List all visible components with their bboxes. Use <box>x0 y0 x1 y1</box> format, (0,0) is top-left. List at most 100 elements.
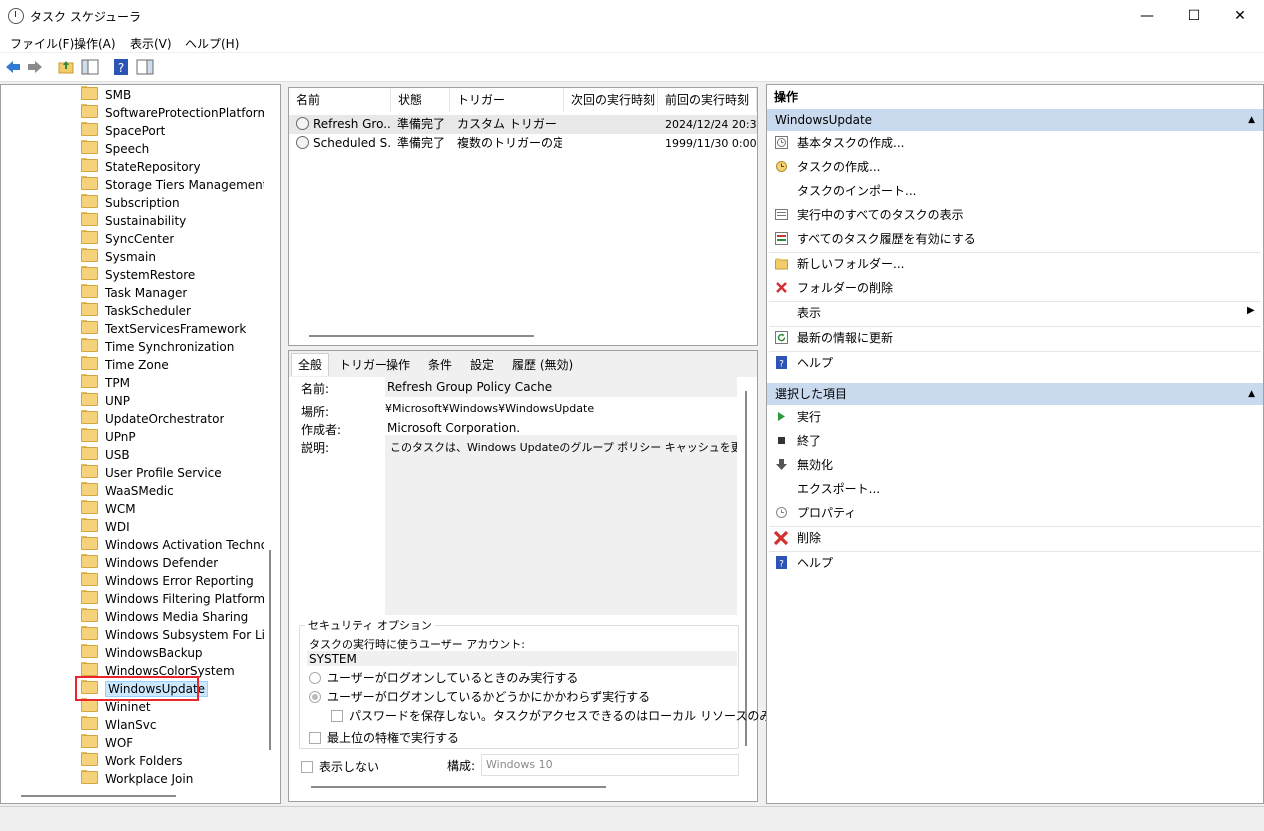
detail-horizontal-scrollbar[interactable] <box>311 786 606 788</box>
collapse-arrow-icon[interactable]: ▲ <box>1248 109 1255 131</box>
hidden-checkbox[interactable]: 表示しない <box>301 758 379 775</box>
close-button[interactable]: ✕ <box>1217 0 1263 32</box>
tree-folder-item[interactable]: Task Manager <box>81 284 187 302</box>
tree-folder-item[interactable]: Storage Tiers Management <box>81 176 264 194</box>
action-export[interactable]: エクスポート... <box>767 479 1263 499</box>
tree-folder-label: Wininet <box>105 700 151 714</box>
tree-folder-item[interactable]: User Profile Service <box>81 464 222 482</box>
column-next-run[interactable]: 次回の実行時刻 <box>564 88 658 112</box>
tree-folder-label: Time Zone <box>105 358 169 372</box>
tree-folder-item[interactable]: Windows Filtering Platform <box>81 590 264 608</box>
tree-folder-item[interactable]: WDI <box>81 518 130 536</box>
table-row[interactable]: Refresh Gro... 準備完了 カスタム トリガー 2024/12/24… <box>289 115 757 134</box>
tab-history[interactable]: 履歴 (無効) <box>512 356 573 374</box>
tree-folder-item[interactable]: UNP <box>81 392 130 410</box>
tree-folder-item[interactable]: Windows Error Reporting <box>81 572 254 590</box>
task-list-pane[interactable]: 名前 状態 トリガー 次回の実行時刻 前回の実行時刻 Refresh Gro..… <box>288 87 758 346</box>
collapse-arrow-icon[interactable]: ▲ <box>1248 383 1255 405</box>
action-create-basic-task[interactable]: 基本タスクの作成... <box>767 133 1263 153</box>
show-hide-action-pane-icon[interactable] <box>136 58 154 76</box>
action-properties[interactable]: プロパティ <box>767 503 1263 523</box>
tree-folder-item[interactable]: WindowsBackup <box>81 644 203 662</box>
tree-folder-item[interactable]: TextServicesFramework <box>81 320 246 338</box>
column-status[interactable]: 状態 <box>391 88 450 112</box>
tree-folder-item[interactable]: Windows Media Sharing <box>81 608 248 626</box>
tree-folder-item[interactable]: WCM <box>81 500 136 518</box>
tree-folder-item[interactable]: Speech <box>81 140 149 158</box>
tree-folder-item[interactable]: Sysmain <box>81 248 156 266</box>
run-whether-logged-on-radio[interactable]: ユーザーがログオンしているかどうかにかかわらず実行する <box>309 688 650 705</box>
column-last-run[interactable]: 前回の実行時刻 <box>658 88 757 112</box>
tree-folder-item[interactable]: TaskScheduler <box>81 302 191 320</box>
action-help[interactable]: ? ヘルプ <box>767 353 1263 373</box>
tree-vertical-scrollbar[interactable] <box>269 550 271 750</box>
action-end[interactable]: 終了 <box>767 431 1263 451</box>
action-run[interactable]: 実行 <box>767 407 1263 427</box>
run-highest-privileges-checkbox[interactable]: 最上位の特権で実行する <box>309 729 459 746</box>
tree-folder-item[interactable]: TPM <box>81 374 130 392</box>
tab-triggers[interactable]: トリガー <box>339 356 387 374</box>
action-enable-all-history[interactable]: すべてのタスク履歴を有効にする <box>767 229 1263 249</box>
tree-folder-item[interactable]: Subscription <box>81 194 180 212</box>
minimize-button[interactable]: — <box>1124 0 1170 32</box>
table-row[interactable]: Scheduled S... 準備完了 複数のトリガーの定義 1999/11/3… <box>289 134 757 153</box>
section-selected-item[interactable]: 選択した項目 ▲ <box>767 383 1263 405</box>
action-create-task[interactable]: タスクの作成... <box>767 157 1263 177</box>
forward-arrow-icon[interactable] <box>26 58 44 76</box>
tree-folder-item[interactable]: Windows Defender <box>81 554 218 572</box>
tree-folder-item[interactable]: WlanSvc <box>81 716 156 734</box>
tab-settings[interactable]: 設定 <box>470 356 494 374</box>
action-display-running-tasks[interactable]: 実行中のすべてのタスクの表示 <box>767 205 1263 225</box>
action-delete[interactable]: 削除 <box>767 528 1263 548</box>
tab-actions[interactable]: 操作 <box>386 356 410 374</box>
up-folder-icon[interactable] <box>57 58 75 76</box>
action-view[interactable]: 表示 ▶ <box>767 303 1263 323</box>
tree-folder-item[interactable]: SoftwareProtectionPlatform <box>81 104 264 122</box>
action-new-folder[interactable]: 新しいフォルダー... <box>767 254 1263 274</box>
action-delete-folder[interactable]: フォルダーの削除 <box>767 278 1263 298</box>
column-name[interactable]: 名前 <box>289 88 391 112</box>
help-icon[interactable]: ? <box>112 58 130 76</box>
tree-folder-item[interactable]: Work Folders <box>81 752 183 770</box>
tree-folder-item[interactable]: StateRepository <box>81 158 201 176</box>
tree-folder-item[interactable]: Time Synchronization <box>81 338 234 356</box>
detail-vertical-scrollbar[interactable] <box>745 391 747 746</box>
name-field[interactable]: Refresh Group Policy Cache <box>385 377 737 397</box>
tree-folder-item[interactable]: WOF <box>81 734 133 752</box>
action-import-task[interactable]: タスクのインポート... <box>767 181 1263 201</box>
tree-folder-item[interactable]: WaaSMedic <box>81 482 174 500</box>
tree-folder-item[interactable]: Windows Subsystem For Linux <box>81 626 264 644</box>
action-help-selected[interactable]: ? ヘルプ <box>767 553 1263 573</box>
tree-folder-item[interactable]: Windows Activation Technologies <box>81 536 264 554</box>
tree-folder-item[interactable]: UpdateOrchestrator <box>81 410 224 428</box>
show-hide-tree-icon[interactable] <box>81 58 99 76</box>
tree-folder-item[interactable]: SystemRestore <box>81 266 195 284</box>
menu-help[interactable]: ヘルプ(H) <box>185 35 239 52</box>
action-disable[interactable]: 無効化 <box>767 455 1263 475</box>
menu-file[interactable]: ファイル(F) <box>10 35 74 52</box>
tree-folder-item[interactable]: SpacePort <box>81 122 165 140</box>
run-only-logged-on-radio[interactable]: ユーザーがログオンしているときのみ実行する <box>309 669 578 686</box>
menu-action[interactable]: 操作(A) <box>74 35 116 52</box>
tree-folder-item[interactable]: SMB <box>81 86 131 104</box>
description-field[interactable]: このタスクは、Windows Updateのグループ ポリシー キャッシュを更新… <box>385 435 737 615</box>
action-refresh[interactable]: 最新の情報に更新 <box>767 328 1263 348</box>
do-not-store-password-checkbox[interactable]: パスワードを保存しない。タスクがアクセスできるのはローカル リソースのみ <box>331 707 771 724</box>
tree-folder-item[interactable]: UPnP <box>81 428 136 446</box>
tree-folder-item[interactable]: Sustainability <box>81 212 186 230</box>
column-trigger[interactable]: トリガー <box>450 88 564 112</box>
tab-conditions[interactable]: 条件 <box>428 356 452 374</box>
menu-view[interactable]: 表示(V) <box>130 35 172 52</box>
maximize-button[interactable]: ☐ <box>1171 0 1217 32</box>
section-windowsupdate[interactable]: WindowsUpdate ▲ <box>767 109 1263 131</box>
folder-icon <box>81 140 98 154</box>
tree-folder-item[interactable]: Time Zone <box>81 356 169 374</box>
tree-folder-item[interactable]: SyncCenter <box>81 230 174 248</box>
list-horizontal-scrollbar[interactable] <box>309 335 534 337</box>
back-arrow-icon[interactable] <box>4 58 22 76</box>
tree-folder-item[interactable]: USB <box>81 446 130 464</box>
tab-general[interactable]: 全般 <box>291 353 329 376</box>
config-dropdown[interactable]: Windows 10 <box>481 754 739 776</box>
tree-horizontal-scrollbar[interactable] <box>21 795 176 797</box>
tree-folder-item[interactable]: Workplace Join <box>81 770 193 788</box>
